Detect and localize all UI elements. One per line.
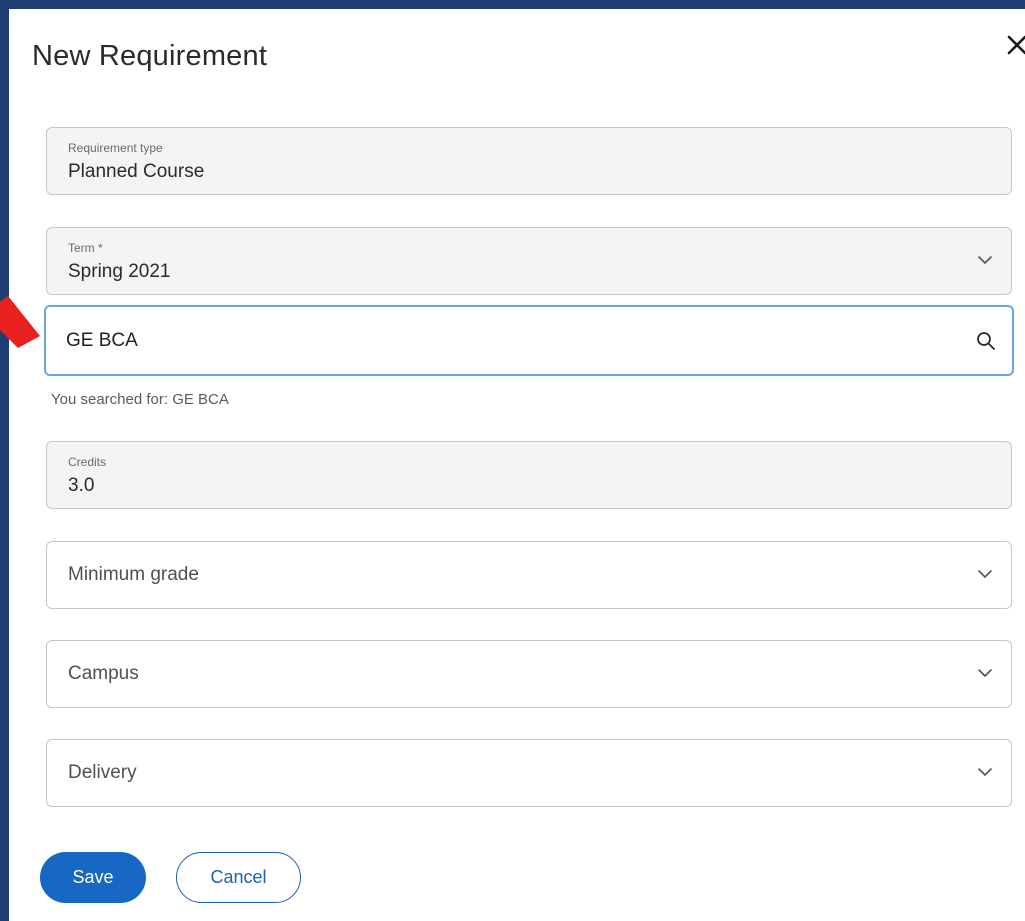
course-search-input[interactable] <box>66 327 946 355</box>
credits-label: Credits <box>68 455 107 469</box>
minimum-grade-placeholder: Minimum grade <box>68 564 199 585</box>
save-button[interactable]: Save <box>40 852 146 903</box>
term-value: Spring 2021 <box>68 261 171 282</box>
close-icon[interactable] <box>1005 33 1025 57</box>
chevron-down-icon <box>978 768 992 776</box>
new-requirement-dialog: New Requirement Requirement type Planned… <box>9 9 1025 921</box>
requirement-type-label: Requirement type <box>68 141 163 155</box>
minimum-grade-select[interactable]: Minimum grade <box>46 541 1012 609</box>
term-label: Term * <box>68 241 103 255</box>
credits-field: Credits 3.0 <box>46 441 1012 509</box>
dialog-title: New Requirement <box>32 40 268 72</box>
credits-value: 3.0 <box>68 475 95 496</box>
course-search-field[interactable] <box>44 305 1014 376</box>
term-select[interactable]: Term * Spring 2021 <box>46 227 1012 295</box>
requirement-type-field: Requirement type Planned Course <box>46 127 1012 195</box>
chevron-down-icon <box>978 570 992 578</box>
cancel-button[interactable]: Cancel <box>176 852 301 903</box>
red-arrow-icon <box>0 296 40 348</box>
search-icon[interactable] <box>976 331 996 351</box>
chevron-down-icon <box>978 669 992 677</box>
requirement-type-value: Planned Course <box>68 161 205 182</box>
delivery-select[interactable]: Delivery <box>46 739 1012 807</box>
delivery-placeholder: Delivery <box>68 762 137 783</box>
chevron-down-icon <box>978 256 992 264</box>
page-background: New Requirement Requirement type Planned… <box>0 0 1025 921</box>
search-feedback-text: You searched for: GE BCA <box>51 391 229 408</box>
campus-placeholder: Campus <box>68 663 139 684</box>
campus-select[interactable]: Campus <box>46 640 1012 708</box>
